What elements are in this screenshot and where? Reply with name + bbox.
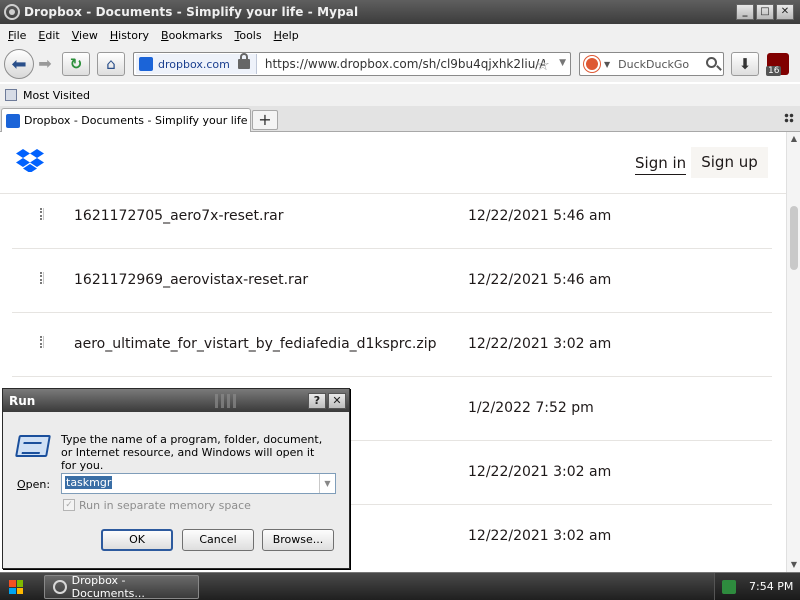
page-scrollbar[interactable]: ▲ ▼ xyxy=(786,132,800,572)
url-text[interactable]: https://www.dropbox.com/sh/cl9bu4qjxhk2l… xyxy=(265,57,545,71)
addon-badge-count: 16 xyxy=(766,66,782,76)
search-placeholder: DuckDuckGo xyxy=(618,57,690,71)
window-title: Dropbox - Documents - Simplify your life… xyxy=(24,5,359,19)
tab-dropbox[interactable]: Dropbox - Documents - Simplify your life xyxy=(1,108,251,132)
run-help-button[interactable]: ? xyxy=(308,393,326,409)
separate-memory-checkbox: ✓ xyxy=(63,499,75,511)
search-icon[interactable] xyxy=(706,57,717,68)
menu-help[interactable]: Help xyxy=(268,29,305,42)
reload-icon: ↻ xyxy=(69,55,83,73)
menu-tools[interactable]: Tools xyxy=(228,29,267,42)
url-dropdown-icon[interactable]: ▼ xyxy=(559,58,566,68)
home-button[interactable]: ⌂ xyxy=(97,52,125,76)
open-label: Open: xyxy=(17,478,51,491)
menu-history[interactable]: History xyxy=(104,29,155,42)
file-row[interactable]: aero_ultimate_for_vistart_by_fediafedia_… xyxy=(0,313,786,377)
run-description: Type the name of a program, folder, docu… xyxy=(61,433,323,472)
ok-button[interactable]: OK xyxy=(101,529,173,551)
dropbox-favicon-icon xyxy=(6,113,20,128)
downloads-button[interactable]: ⬇ xyxy=(731,52,759,76)
browse-button[interactable]: Browse... xyxy=(262,529,334,551)
menu-bookmarks[interactable]: Bookmarks xyxy=(155,29,228,42)
sign-up-button[interactable]: Sign up xyxy=(691,147,768,178)
file-name[interactable]: aero_ultimate_for_vistart_by_fediafedia_… xyxy=(74,336,436,352)
file-modified-date: 12/22/2021 5:46 am xyxy=(468,208,612,224)
address-bar[interactable]: dropbox.com https://www.dropbox.com/sh/c… xyxy=(133,52,571,76)
file-icon xyxy=(40,208,44,220)
file-name[interactable]: 1621172969_aerovistax-reset.rar xyxy=(74,272,308,288)
file-modified-date: 12/22/2021 3:02 am xyxy=(468,528,612,544)
bookmarks-toolbar: Most Visited xyxy=(0,84,800,106)
file-modified-date: 12/22/2021 5:46 am xyxy=(468,272,612,288)
network-tray-icon[interactable] xyxy=(722,580,736,594)
run-close-button[interactable]: ✕ xyxy=(328,393,346,409)
mypal-app-icon xyxy=(4,4,20,20)
download-arrow-icon: ⬇ xyxy=(738,55,752,73)
forward-button[interactable]: ➡ xyxy=(34,54,56,74)
run-dialog-title: Run xyxy=(9,394,36,408)
duckduckgo-icon xyxy=(584,56,600,72)
file-row[interactable]: 1621172969_aerovistax-reset.rar 12/22/20… xyxy=(0,249,786,313)
file-modified-date: 12/22/2021 3:02 am xyxy=(468,336,612,352)
sign-in-link[interactable]: Sign in xyxy=(635,154,687,175)
new-tab-button[interactable]: + xyxy=(252,110,278,130)
close-button[interactable]: ✕ xyxy=(776,4,794,20)
most-visited-folder-icon xyxy=(5,89,17,101)
run-dialog: Run ? ✕ Type the name of a program, fold… xyxy=(2,388,350,569)
site-identity-label: dropbox.com xyxy=(158,57,230,71)
titlebar-decoration xyxy=(215,394,239,408)
windows-logo-icon xyxy=(9,580,23,594)
file-modified-date: 1/2/2022 7:52 pm xyxy=(468,400,594,416)
file-modified-date: 12/22/2021 3:02 am xyxy=(468,464,612,480)
site-identity-button[interactable]: dropbox.com xyxy=(136,53,257,74)
window-titlebar[interactable]: Dropbox - Documents - Simplify your life… xyxy=(0,0,800,24)
forward-arrow-icon: ➡ xyxy=(38,54,52,73)
combobox-dropdown-icon[interactable]: ▼ xyxy=(319,474,335,493)
menu-view[interactable]: View xyxy=(66,29,104,42)
menu-edit[interactable]: Edit xyxy=(32,29,65,42)
taskbar-item-browser[interactable]: Dropbox - Documents... xyxy=(44,574,199,600)
back-arrow-icon: ⬅ xyxy=(11,53,27,75)
home-icon: ⌂ xyxy=(106,55,116,73)
file-name[interactable]: 1621172705_aero7x-reset.rar xyxy=(74,208,284,224)
reload-button[interactable]: ↻ xyxy=(62,52,90,76)
back-button[interactable]: ⬅ xyxy=(4,49,34,79)
run-dialog-body: Type the name of a program, folder, docu… xyxy=(3,412,349,568)
navigation-toolbar: ⬅ ➡ ↻ ⌂ dropbox.com https://www.dropbox.… xyxy=(0,46,800,82)
mypal-task-icon xyxy=(53,580,67,594)
window-controls: _ □ ✕ xyxy=(736,4,794,20)
system-tray: 7:54 PM xyxy=(714,573,800,600)
open-input-value[interactable]: taskmgr xyxy=(65,476,113,489)
file-icon xyxy=(40,336,44,348)
start-button[interactable] xyxy=(2,576,30,598)
tab-label: Dropbox - Documents - Simplify your life xyxy=(24,114,248,127)
taskbar-item-label: Dropbox - Documents... xyxy=(71,574,145,600)
search-engine-dropdown-icon[interactable]: ▼ xyxy=(604,60,610,69)
cancel-button[interactable]: Cancel xyxy=(182,529,254,551)
tab-strip: Dropbox - Documents - Simplify your life… xyxy=(0,106,800,132)
most-visited-bookmark[interactable]: Most Visited xyxy=(23,89,90,102)
taskbar-clock[interactable]: 7:54 PM xyxy=(749,580,793,593)
list-all-tabs-icon[interactable] xyxy=(784,113,794,123)
dropbox-favicon-icon xyxy=(139,57,153,71)
bookmark-star-icon[interactable]: ☆ xyxy=(536,55,550,74)
scroll-down-icon[interactable]: ▼ xyxy=(789,560,799,570)
open-combobox[interactable]: taskmgr ▼ xyxy=(61,473,336,494)
menu-bar: File Edit View History Bookmarks Tools H… xyxy=(0,24,800,46)
lock-icon xyxy=(237,53,250,69)
scrollbar-thumb[interactable] xyxy=(790,206,798,270)
file-icon xyxy=(40,272,44,284)
scroll-up-icon[interactable]: ▲ xyxy=(789,134,799,144)
minimize-button[interactable]: _ xyxy=(736,4,754,20)
search-bar[interactable]: ▼ DuckDuckGo xyxy=(579,52,724,76)
taskbar: Dropbox - Documents... 7:54 PM xyxy=(0,572,800,600)
menu-file[interactable]: File xyxy=(2,29,32,42)
run-dialog-titlebar[interactable]: Run ? ✕ xyxy=(3,389,349,412)
maximize-button[interactable]: □ xyxy=(756,4,774,20)
run-program-icon xyxy=(15,435,51,457)
file-row[interactable]: 1621172705_aero7x-reset.rar 12/22/2021 5… xyxy=(0,185,786,249)
separate-memory-label: Run in separate memory space xyxy=(79,499,251,512)
dropbox-logo-icon[interactable] xyxy=(16,148,44,172)
